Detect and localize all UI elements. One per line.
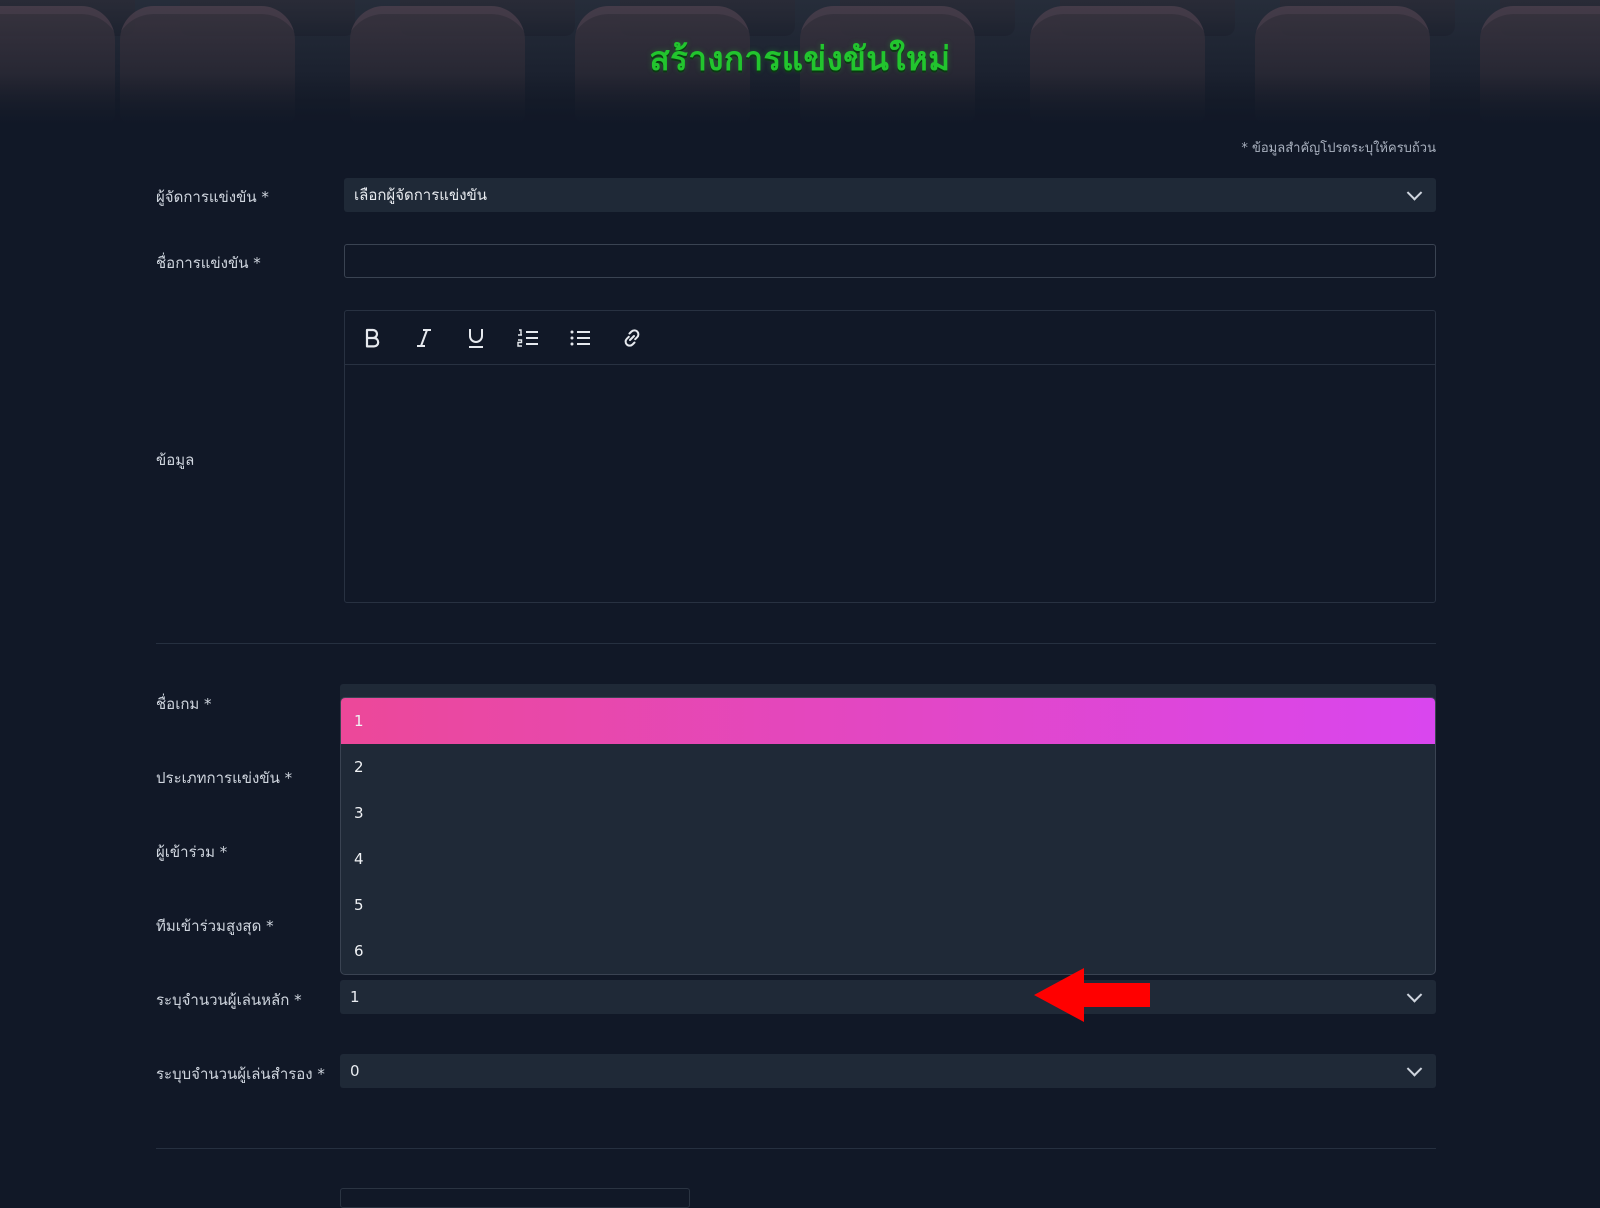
italic-icon[interactable] [411,325,437,351]
link-icon[interactable] [619,325,645,351]
sub-players-value: 0 [350,1062,360,1080]
section-divider [156,643,1436,644]
dropdown-option[interactable]: 1 [341,698,1435,744]
dropdown-option[interactable]: 6 [341,928,1435,974]
competition-type-label: ประเภทการแข่งขัน * [156,769,293,787]
rich-text-editor[interactable] [344,310,1436,603]
chevron-down-icon [1406,987,1423,1003]
main-players-value: 1 [350,988,360,1006]
dropdown-option[interactable]: 5 [341,882,1435,928]
annotation-arrow-icon [1034,968,1150,1022]
main-players-dropdown: 1 2 3 4 5 6 [340,697,1436,975]
sub-players-label: ระบุบจำนวนผู้เล่นสำรอง * [156,1065,325,1083]
competition-name-label: ชื่อการแข่งขัน * [156,254,261,272]
underline-icon[interactable] [463,325,489,351]
bullet-list-icon[interactable] [567,325,593,351]
organizer-select-value: เลือกผู้จัดการแข่งขัน [354,186,488,204]
section-divider [156,1148,1436,1149]
main-players-label: ระบุจำนวนผู้เล่นหลัก * [156,991,302,1009]
chevron-down-icon [1406,1061,1423,1077]
dropdown-option[interactable]: 3 [341,790,1435,836]
organizer-label: ผู้จัดการแข่งขัน * [156,188,269,206]
editor-toolbar [345,311,1435,365]
main-players-select[interactable]: 1 [340,980,1436,1014]
chevron-down-icon [1406,185,1423,201]
dropdown-option[interactable]: 2 [341,744,1435,790]
required-note: * ข้อมูลสำคัญโปรดระบุให้ครบถ้วน [1241,141,1436,156]
ordered-list-icon[interactable] [515,325,541,351]
bold-icon[interactable] [359,325,385,351]
game-label: ชื่อเกม * [156,695,212,713]
organizer-select[interactable]: เลือกผู้จัดการแข่งขัน [344,178,1436,212]
page-title: สร้างการแข่งขันใหม่ [649,39,951,78]
competition-name-input[interactable] [344,244,1436,278]
info-label: ข้อมูล [156,451,195,469]
bottom-field[interactable] [340,1188,690,1208]
sub-players-select[interactable]: 0 [340,1054,1436,1088]
max-teams-label: ทีมเข้าร่วมสูงสุด * [156,917,274,935]
dropdown-option[interactable]: 4 [341,836,1435,882]
participants-label: ผู้เข้าร่วม * [156,843,228,861]
